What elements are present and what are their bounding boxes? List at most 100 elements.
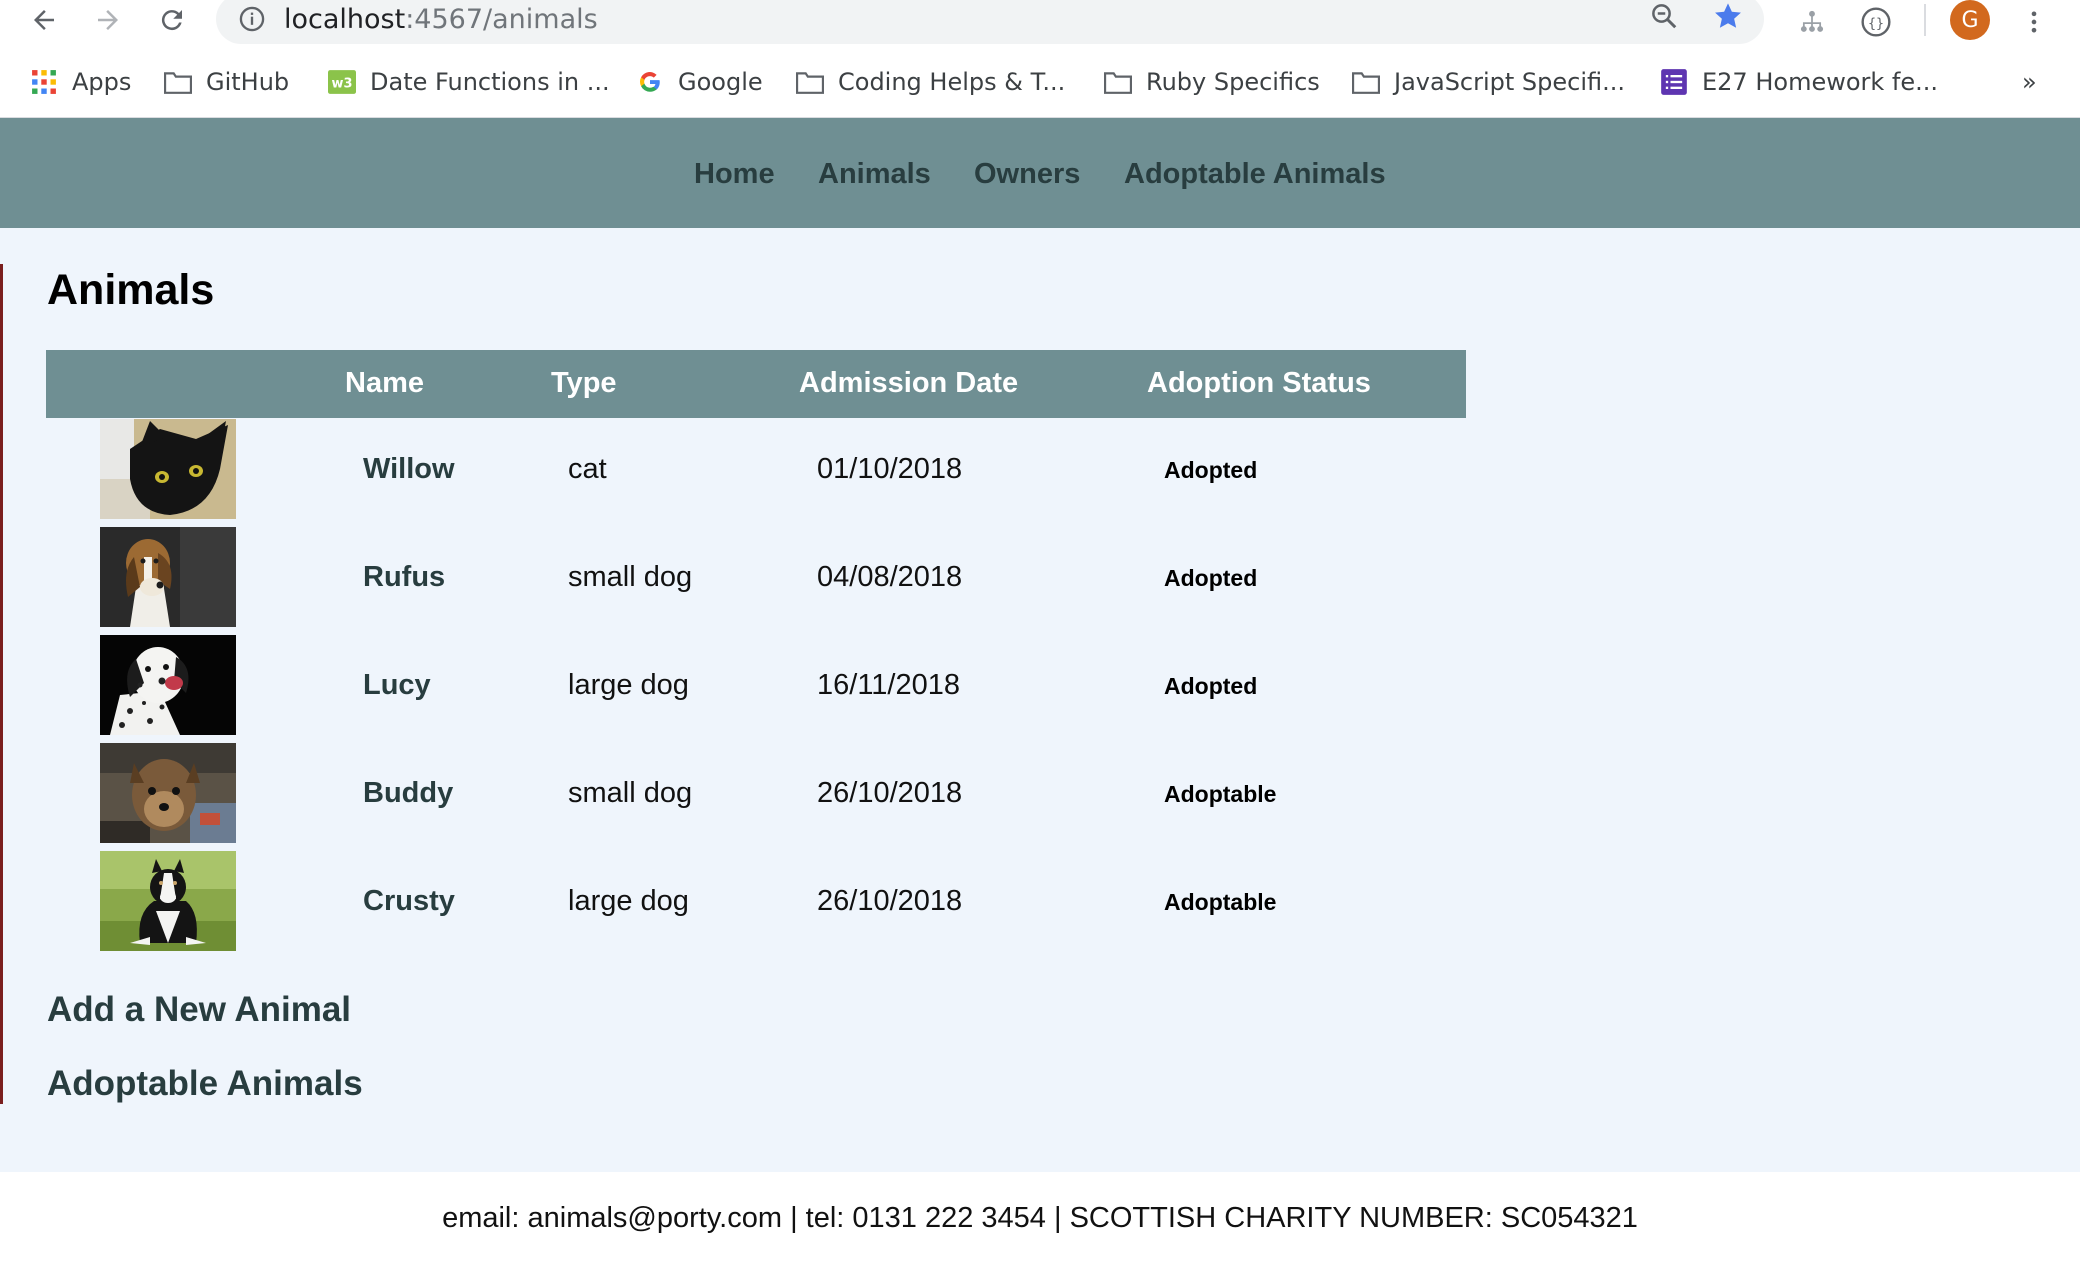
extension-button-tree[interactable]: [1792, 2, 1832, 42]
adoption-status: Adopted: [1164, 457, 1258, 483]
adoption-status: Adoptable: [1164, 781, 1277, 807]
bookmark-github[interactable]: GitHub: [164, 62, 289, 102]
bookmark-label: E27 Homework fe...: [1702, 68, 1939, 96]
bookmark-label: Google: [678, 68, 763, 96]
list-icon: [1660, 68, 1688, 96]
left-border-rule: [0, 264, 3, 1104]
url-text[interactable]: localhost:4567/animals: [284, 4, 598, 35]
footer-contact-text: email: animals@porty.com | tel: 0131 222…: [442, 1202, 1638, 1234]
zoom-out-icon: [1652, 4, 1677, 29]
folder-icon: [796, 68, 824, 96]
bookmarks-bar: Apps GitHub w3 Date Functions in ... Goo…: [0, 44, 2080, 118]
bookmark-javascript-specifics[interactable]: JavaScript Specifi...: [1352, 62, 1625, 102]
folder-icon: [1352, 68, 1380, 96]
animal-photo-border-collie[interactable]: [100, 851, 236, 951]
animal-name[interactable]: Rufus: [363, 561, 445, 594]
bookmark-label: JavaScript Specifi...: [1394, 68, 1626, 96]
bookmark-e27-homework[interactable]: E27 Homework fe...: [1660, 62, 1938, 102]
bookmark-label: Ruby Specifics: [1146, 68, 1320, 96]
browser-menu-button[interactable]: [2014, 2, 2054, 42]
adoption-status: Adopted: [1164, 673, 1258, 699]
animal-name[interactable]: Willow: [363, 453, 455, 486]
apps-grid-icon: [30, 68, 58, 96]
nav-owners[interactable]: Owners: [974, 158, 1080, 191]
nav-adoptable-animals[interactable]: Adoptable Animals: [1124, 158, 1386, 191]
animal-name[interactable]: Lucy: [363, 669, 431, 702]
zoom-button[interactable]: [1646, 0, 1682, 34]
google-icon: [636, 68, 664, 96]
animal-photo-beagle[interactable]: [100, 527, 236, 627]
hierarchy-icon: [1800, 10, 1824, 32]
nav-animals[interactable]: Animals: [818, 158, 931, 191]
adoptable-animals-link[interactable]: Adoptable Animals: [47, 1064, 363, 1104]
star-icon: [1715, 3, 1741, 28]
bookmark-label: Coding Helps & T...: [838, 68, 1066, 96]
toolbar-divider: [1924, 4, 1926, 36]
browser-toolbar: localhost:4567/animals {} G: [0, 0, 2080, 44]
admission-date: 26/10/2018: [817, 885, 963, 917]
add-new-animal-link[interactable]: Add a New Animal: [47, 990, 351, 1030]
column-header-type: Type: [551, 367, 617, 399]
folder-icon: [164, 68, 192, 96]
column-header-admission-date: Admission Date: [799, 367, 1019, 399]
admission-date: 26/10/2018: [817, 777, 963, 809]
animal-photo-black-cat[interactable]: [100, 419, 236, 519]
w3-icon: w3: [328, 68, 356, 96]
url-host: localhost: [284, 4, 406, 35]
bookmark-coding-helps[interactable]: Coding Helps & T...: [796, 62, 1065, 102]
svg-text:{}: {}: [1868, 16, 1884, 31]
folder-icon: [1104, 68, 1132, 96]
animal-photo-yorkshire-terrier[interactable]: [100, 743, 236, 843]
animal-type: cat: [568, 453, 607, 485]
site-nav: Home Animals Owners Adoptable Animals: [0, 118, 2080, 228]
animal-type: large dog: [568, 885, 689, 917]
bookmark-star-button[interactable]: [1710, 0, 1746, 34]
bookmark-ruby-specifics[interactable]: Ruby Specifics: [1104, 62, 1320, 102]
reload-button[interactable]: [154, 2, 190, 38]
bookmark-date-functions[interactable]: w3 Date Functions in ...: [328, 62, 610, 102]
bookmarks-overflow-button[interactable]: »: [2022, 62, 2037, 102]
table-row: Lucy large dog 16/11/2018 Adopted: [46, 635, 1466, 735]
bookmark-label: Apps: [72, 68, 132, 96]
svg-text:w3: w3: [332, 76, 353, 91]
admission-date: 04/08/2018: [817, 561, 963, 593]
page-title: Animals: [47, 266, 215, 314]
bookmark-google[interactable]: Google: [636, 62, 763, 102]
back-button[interactable]: [26, 2, 62, 38]
table-row: Willow cat 01/10/2018 Adopted: [46, 419, 1466, 519]
forward-button[interactable]: [90, 2, 126, 38]
animal-type: small dog: [568, 777, 693, 809]
extension-button-json[interactable]: {}: [1856, 2, 1896, 42]
site-footer: email: animals@porty.com | tel: 0131 222…: [0, 1172, 2080, 1266]
bookmark-label: GitHub: [206, 68, 290, 96]
page-content: Home Animals Owners Adoptable Animals An…: [0, 118, 2080, 1266]
chevron-double-right-icon: »: [2022, 68, 2037, 96]
column-header-adoption-status: Adoption Status: [1147, 367, 1371, 399]
nav-home[interactable]: Home: [694, 158, 775, 191]
url-path: :4567/animals: [405, 4, 598, 35]
bookmark-label: Date Functions in ...: [370, 68, 610, 96]
animal-name[interactable]: Crusty: [363, 885, 455, 918]
adoption-status: Adopted: [1164, 565, 1258, 591]
animal-name[interactable]: Buddy: [363, 777, 453, 810]
arrow-right-icon: [98, 10, 118, 30]
table-row: Buddy small dog 26/10/2018 Adoptable: [46, 743, 1466, 843]
kebab-menu-icon: [2031, 11, 2037, 33]
animal-photo-dalmatian[interactable]: [100, 635, 236, 735]
reload-icon: [161, 10, 182, 31]
arrow-left-icon: [34, 10, 54, 30]
table-row: Rufus small dog 04/08/2018 Adopted: [46, 527, 1466, 627]
animal-type: large dog: [568, 669, 689, 701]
admission-date: 01/10/2018: [817, 453, 963, 485]
admission-date: 16/11/2018: [817, 669, 960, 701]
adoption-status: Adoptable: [1164, 889, 1277, 915]
bookmark-apps[interactable]: Apps: [30, 62, 131, 102]
table-row: Crusty large dog 26/10/2018 Adoptable: [46, 851, 1466, 951]
table-header: Name Type Admission Date Adoption Status: [46, 350, 1466, 418]
profile-avatar[interactable]: G: [1950, 0, 1990, 40]
braces-circle-icon: {}: [1861, 7, 1891, 37]
address-bar[interactable]: localhost:4567/animals: [216, 0, 1764, 44]
info-icon[interactable]: [238, 5, 266, 33]
column-header-name: Name: [345, 367, 424, 399]
animal-type: small dog: [568, 561, 693, 593]
